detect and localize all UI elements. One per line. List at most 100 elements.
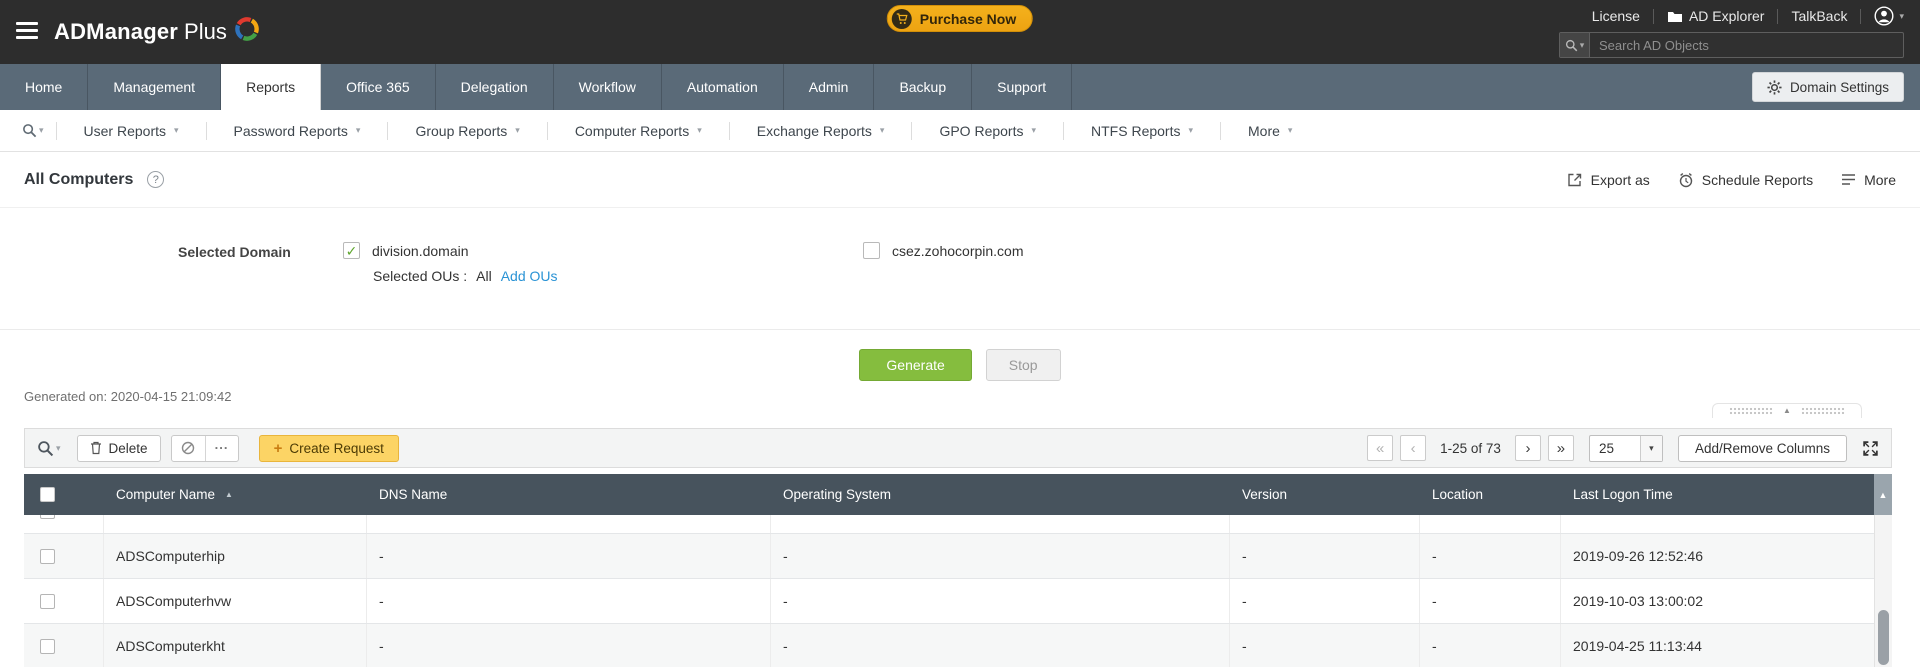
divider xyxy=(1860,9,1861,24)
column-header-version[interactable]: Version xyxy=(1230,474,1420,515)
column-search-button[interactable]: ▾ xyxy=(37,440,61,457)
column-header-dns-name[interactable]: DNS Name xyxy=(367,474,771,515)
nav-computer-reports[interactable]: Computer Reports▾ xyxy=(548,123,729,139)
next-page-button[interactable]: › xyxy=(1515,435,1541,461)
domain-checkbox-checked[interactable]: ✓ xyxy=(343,242,360,259)
user-menu[interactable]: ▾ xyxy=(1874,6,1904,26)
generate-row: Generate Stop xyxy=(0,348,1920,382)
domain-checkbox-unchecked[interactable] xyxy=(863,242,880,259)
search-scope-button[interactable]: ▾ xyxy=(1560,33,1590,57)
export-icon xyxy=(1567,172,1583,188)
schedule-reports-button[interactable]: Schedule Reports xyxy=(1678,172,1813,188)
export-as-button[interactable]: Export as xyxy=(1567,172,1650,188)
generate-button[interactable]: Generate xyxy=(859,349,971,381)
first-page-button[interactable]: « xyxy=(1367,435,1393,461)
license-link[interactable]: License xyxy=(1592,8,1640,24)
report-search-button[interactable]: ▾ xyxy=(10,123,56,138)
column-header-location[interactable]: Location xyxy=(1420,474,1561,515)
domain-settings-button[interactable]: Domain Settings xyxy=(1752,72,1904,102)
scrollbar-thumb[interactable] xyxy=(1878,610,1889,665)
delete-button[interactable]: Delete xyxy=(77,435,161,462)
scrollbar-track[interactable] xyxy=(1874,515,1892,667)
ad-explorer-link[interactable]: AD Explorer xyxy=(1667,8,1764,24)
block-icon xyxy=(181,441,195,455)
tab-backup[interactable]: Backup xyxy=(874,64,972,110)
search-input[interactable] xyxy=(1590,33,1903,57)
user-avatar-icon xyxy=(1874,6,1894,26)
prev-page-button[interactable]: ‹ xyxy=(1400,435,1426,461)
column-header-operating-system[interactable]: Operating System xyxy=(771,474,1230,515)
more-actions-button[interactable]: More xyxy=(1841,172,1896,188)
disable-button[interactable] xyxy=(172,436,205,461)
domain-name: division.domain xyxy=(372,243,469,259)
row-checkbox[interactable] xyxy=(40,639,55,654)
sort-ascending-icon: ▲ xyxy=(225,490,233,499)
chevron-down-icon: ▾ xyxy=(1188,125,1193,136)
chevron-down-icon: ▾ xyxy=(1580,40,1585,51)
menu-icon[interactable] xyxy=(16,22,38,40)
domain-division: ✓ division.domain Selected OUs : All Add… xyxy=(343,242,558,284)
table-row[interactable]: ADSComputerhvw - - - - 2019-10-03 13:00:… xyxy=(24,579,1874,624)
page-actions: Export as Schedule Reports More xyxy=(1567,172,1896,188)
row-checkbox[interactable] xyxy=(40,594,55,609)
nav-user-reports[interactable]: User Reports▾ xyxy=(57,123,206,139)
tab-management[interactable]: Management xyxy=(88,64,221,110)
top-links: License AD Explorer TalkBack ▾ xyxy=(1592,6,1904,26)
column-header-computer-name[interactable]: Computer Name ▲ xyxy=(104,474,367,515)
selected-domain-label: Selected Domain xyxy=(178,244,318,260)
last-page-button[interactable]: » xyxy=(1548,435,1574,461)
talkback-link[interactable]: TalkBack xyxy=(1791,8,1847,24)
computers-table: Computer Name ▲ DNS Name Operating Syste… xyxy=(24,474,1892,667)
tab-office365[interactable]: Office 365 xyxy=(321,64,436,110)
logo-swirl-icon xyxy=(233,14,261,44)
select-all-checkbox[interactable] xyxy=(40,487,55,502)
page-size-value: 25 xyxy=(1590,441,1640,456)
add-ous-link[interactable]: Add OUs xyxy=(501,268,558,284)
tab-delegation[interactable]: Delegation xyxy=(436,64,554,110)
divider xyxy=(1653,9,1654,24)
chevron-down-icon: ▾ xyxy=(39,125,44,136)
pagination-controls: « ‹ 1-25 of 73 › » 25 ▾ Add/Remove Colum… xyxy=(1367,435,1879,462)
column-header-last-logon-time[interactable]: Last Logon Time xyxy=(1561,474,1874,515)
app-logo: ADManager Plus xyxy=(54,0,261,64)
tab-automation[interactable]: Automation xyxy=(662,64,784,110)
gear-icon xyxy=(1767,80,1782,95)
row-checkbox[interactable] xyxy=(40,549,55,564)
nav-gpo-reports[interactable]: GPO Reports▾ xyxy=(912,123,1063,139)
cart-icon xyxy=(892,9,912,29)
page-size-select[interactable]: 25 ▾ xyxy=(1589,435,1663,462)
domain-csez: csez.zohocorpin.com xyxy=(863,242,1024,259)
fullscreen-icon[interactable] xyxy=(1862,440,1879,457)
search-icon xyxy=(22,123,37,138)
pagination-range: 1-25 of 73 xyxy=(1440,441,1501,456)
nav-more-reports[interactable]: More▾ xyxy=(1221,123,1319,139)
scroll-up-button[interactable]: ▲ xyxy=(1874,474,1892,515)
tab-support[interactable]: Support xyxy=(972,64,1072,110)
more-row-actions-button[interactable]: ... xyxy=(205,436,238,461)
nav-group-reports[interactable]: Group Reports▾ xyxy=(388,123,546,139)
generated-on-text: Generated on: 2020-04-15 21:09:42 xyxy=(24,389,231,404)
purchase-now-button[interactable]: Purchase Now xyxy=(887,5,1033,32)
stop-button[interactable]: Stop xyxy=(986,349,1061,381)
table-row[interactable]: ADSComputerhip - - - - 2019-09-26 12:52:… xyxy=(24,534,1874,579)
add-remove-columns-button[interactable]: Add/Remove Columns xyxy=(1678,435,1847,462)
top-bar: ADManager Plus Purchase Now License xyxy=(0,0,1920,64)
search-icon xyxy=(37,440,54,457)
tab-workflow[interactable]: Workflow xyxy=(554,64,662,110)
panel-collapse-handle[interactable]: ▲ xyxy=(1712,403,1862,418)
nav-password-reports[interactable]: Password Reports▾ xyxy=(207,123,388,139)
divider xyxy=(1777,9,1778,24)
row-checkbox[interactable] xyxy=(40,515,55,519)
chevron-down-icon: ▾ xyxy=(1899,11,1904,22)
create-request-button[interactable]: + Create Request xyxy=(259,435,399,462)
main-nav: Home Management Reports Office 365 Deleg… xyxy=(0,64,1920,110)
tab-home[interactable]: Home xyxy=(0,64,88,110)
chevron-down-icon: ▾ xyxy=(1031,125,1036,136)
chevron-down-icon: ▾ xyxy=(1640,436,1662,461)
nav-ntfs-reports[interactable]: NTFS Reports▾ xyxy=(1064,123,1220,139)
table-row[interactable]: ADSComputerkht - - - - 2019-04-25 11:13:… xyxy=(24,624,1874,667)
tab-admin[interactable]: Admin xyxy=(784,64,875,110)
help-icon[interactable]: ? xyxy=(147,171,164,188)
tab-reports[interactable]: Reports xyxy=(221,64,321,110)
nav-exchange-reports[interactable]: Exchange Reports▾ xyxy=(730,123,912,139)
